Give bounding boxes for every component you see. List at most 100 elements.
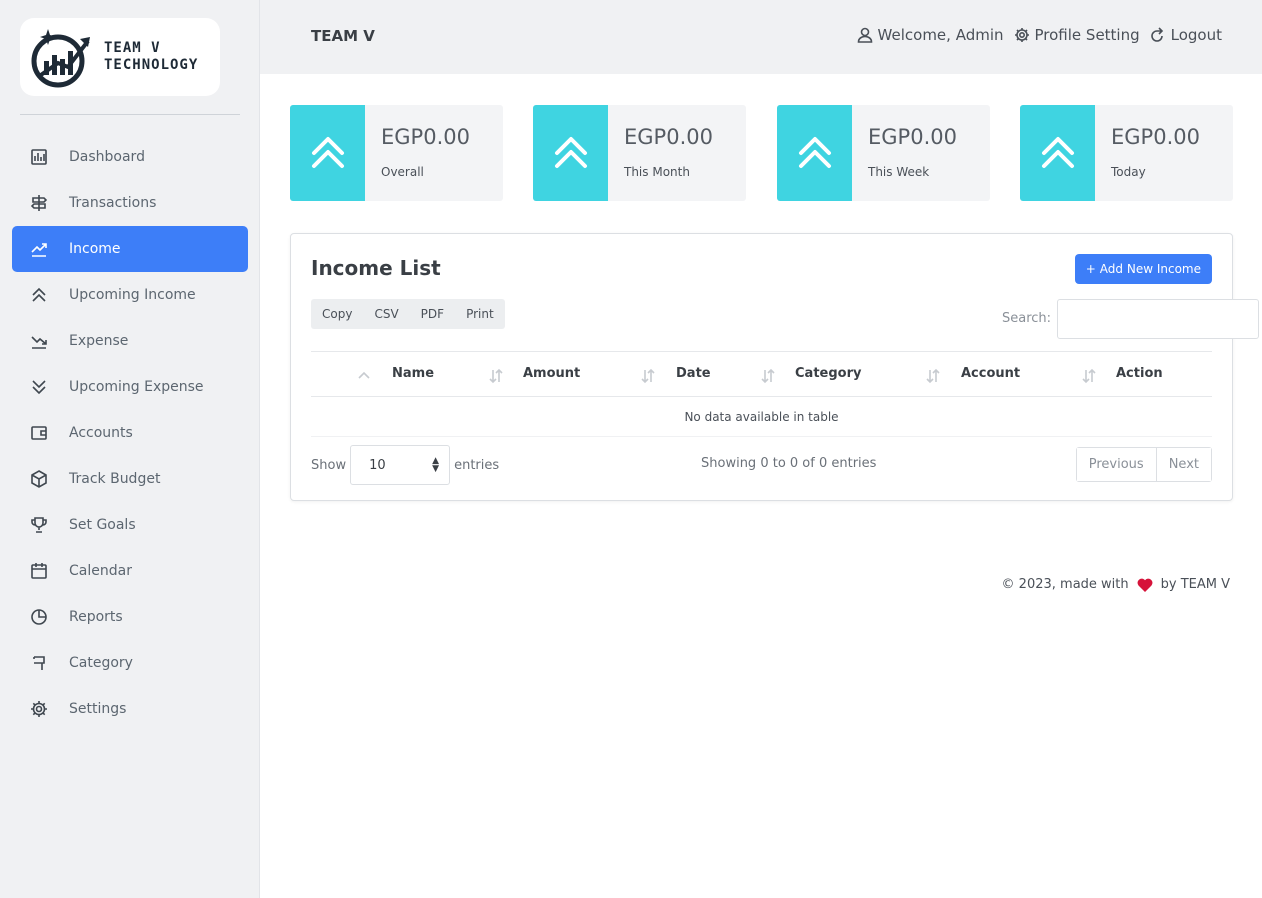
sidebar: TEAM V TECHNOLOGY Dashboard Transactions… — [0, 0, 260, 898]
pie-chart-icon — [29, 607, 49, 627]
sidebar-item-calendar[interactable]: Calendar — [12, 548, 248, 594]
sidebar-item-label: Track Budget — [69, 471, 161, 487]
csv-button[interactable]: CSV — [363, 299, 409, 329]
sidebar-item-income[interactable]: Income — [12, 226, 248, 272]
stat-card-overall: EGP0.00 Overall — [290, 105, 503, 201]
footer: © 2023, made with by TEAM V — [1002, 577, 1230, 592]
column-header-account[interactable]: Account — [961, 366, 1020, 381]
chevrons-up-icon — [1020, 105, 1095, 201]
profile-setting-link[interactable]: Profile Setting — [1014, 26, 1140, 44]
sidebar-item-label: Category — [69, 655, 133, 671]
print-button[interactable]: Print — [455, 299, 505, 329]
entries-select-value: 10 — [369, 457, 386, 473]
dashboard-icon — [29, 147, 49, 167]
income-list-card: Income List + Add New Income Copy CSV PD… — [290, 233, 1259, 501]
sidebar-item-label: Upcoming Income — [69, 287, 196, 303]
sidebar-nav: Dashboard Transactions Income Upcoming I… — [12, 134, 248, 732]
stat-card-this-week: EGP0.00 This Week — [777, 105, 990, 201]
chevrons-up-icon — [777, 105, 852, 201]
footer-prefix: © 2023, made with — [1001, 577, 1129, 592]
logo-text: TEAM V TECHNOLOGY — [104, 40, 198, 74]
copy-button[interactable]: Copy — [311, 299, 363, 329]
wallet-icon — [29, 423, 49, 443]
sidebar-item-category[interactable]: Category — [12, 640, 248, 686]
sidebar-item-reports[interactable]: Reports — [12, 594, 248, 640]
sidebar-item-expense[interactable]: Expense — [12, 318, 248, 364]
chevrons-up-icon — [29, 285, 49, 305]
sort-icon[interactable] — [1082, 368, 1096, 384]
sidebar-item-label: Transactions — [69, 195, 157, 211]
sidebar-item-settings[interactable]: Settings — [12, 686, 248, 732]
entries-length-control: Show 10 ▲ ▼ entries — [311, 445, 499, 485]
logout-text: Logout — [1170, 26, 1222, 44]
column-header-name[interactable]: Name — [392, 366, 434, 381]
sidebar-item-upcoming-income[interactable]: Upcoming Income — [12, 272, 248, 318]
column-header-date[interactable]: Date — [676, 366, 711, 381]
welcome-text: Welcome, Admin — [877, 26, 1004, 44]
previous-button[interactable]: Previous — [1076, 448, 1156, 481]
trend-down-icon — [29, 331, 49, 351]
add-new-income-button[interactable]: + Add New Income — [1074, 254, 1212, 284]
stat-value: EGP0.00 — [381, 125, 470, 149]
stat-value: EGP0.00 — [624, 125, 713, 149]
gear-icon — [1014, 28, 1029, 42]
entries-select[interactable]: 10 ▲ ▼ — [350, 445, 451, 485]
sidebar-item-label: Reports — [69, 609, 123, 625]
signpost-icon — [29, 193, 49, 213]
logo[interactable]: TEAM V TECHNOLOGY — [20, 18, 220, 96]
search-label: Search: — [1002, 311, 1052, 326]
column-header-category[interactable]: Category — [795, 366, 861, 381]
header-links: Welcome, Admin Profile Setting Logout — [857, 26, 1222, 44]
welcome-link[interactable]: Welcome, Admin — [857, 26, 1004, 44]
chevrons-up-icon — [290, 105, 365, 201]
logo-line1: TEAM V — [104, 40, 161, 56]
header-brand: TEAM V — [311, 27, 375, 45]
stat-card-today: EGP0.00 Today — [1020, 105, 1233, 201]
search-input[interactable] — [1057, 299, 1259, 339]
sidebar-divider — [20, 114, 240, 115]
entries-label: entries — [454, 457, 500, 473]
add-new-income-label: Add New Income — [1099, 262, 1201, 276]
sort-asc-icon[interactable] — [357, 368, 371, 384]
sidebar-item-label: Calendar — [69, 563, 132, 579]
sidebar-item-transactions[interactable]: Transactions — [12, 180, 248, 226]
stat-label: Today — [1111, 165, 1146, 179]
select-arrows-icon: ▲ ▼ — [432, 456, 440, 474]
income-table: Name Amount Date Category Account Action… — [311, 351, 1212, 437]
sort-icon[interactable] — [489, 368, 503, 384]
show-label: Show — [311, 457, 347, 473]
sidebar-item-label: Expense — [69, 333, 129, 349]
pdf-button[interactable]: PDF — [410, 299, 455, 329]
empty-table-message: No data available in table — [311, 397, 1212, 437]
column-header-amount[interactable]: Amount — [523, 366, 580, 381]
stat-label: Overall — [381, 165, 424, 179]
footer-suffix: by TEAM V — [1160, 577, 1230, 592]
sidebar-item-accounts[interactable]: Accounts — [12, 410, 248, 456]
profile-setting-text: Profile Setting — [1034, 26, 1140, 44]
stat-card-this-month: EGP0.00 This Month — [533, 105, 746, 201]
sidebar-item-set-goals[interactable]: Set Goals — [12, 502, 248, 548]
sidebar-item-track-budget[interactable]: Track Budget — [12, 456, 248, 502]
sidebar-item-upcoming-expense[interactable]: Upcoming Expense — [12, 364, 248, 410]
logo-line2: TECHNOLOGY — [104, 57, 199, 73]
sidebar-item-label: Set Goals — [69, 517, 136, 533]
pagination: Previous Next — [1075, 447, 1212, 482]
income-list-title: Income List — [311, 256, 441, 280]
sort-icon[interactable] — [926, 368, 940, 384]
logo-mark-icon — [31, 29, 90, 88]
heart-icon — [1137, 578, 1153, 592]
sort-icon[interactable] — [761, 368, 775, 384]
trophy-icon — [29, 515, 49, 535]
column-header-action: Action — [1116, 366, 1163, 381]
sidebar-item-label: Upcoming Expense — [69, 379, 204, 395]
top-header: TEAM V Welcome, Admin Profile Setting Lo… — [260, 0, 1262, 74]
table-header: Name Amount Date Category Account Action — [311, 351, 1212, 397]
next-button[interactable]: Next — [1155, 448, 1211, 481]
logout-link[interactable]: Logout — [1150, 26, 1222, 44]
sidebar-item-label: Income — [69, 241, 121, 257]
sort-icon[interactable] — [641, 368, 655, 384]
user-icon — [857, 27, 872, 43]
logout-icon — [1150, 27, 1163, 42]
chevrons-up-icon — [533, 105, 608, 201]
sidebar-item-dashboard[interactable]: Dashboard — [12, 134, 248, 180]
